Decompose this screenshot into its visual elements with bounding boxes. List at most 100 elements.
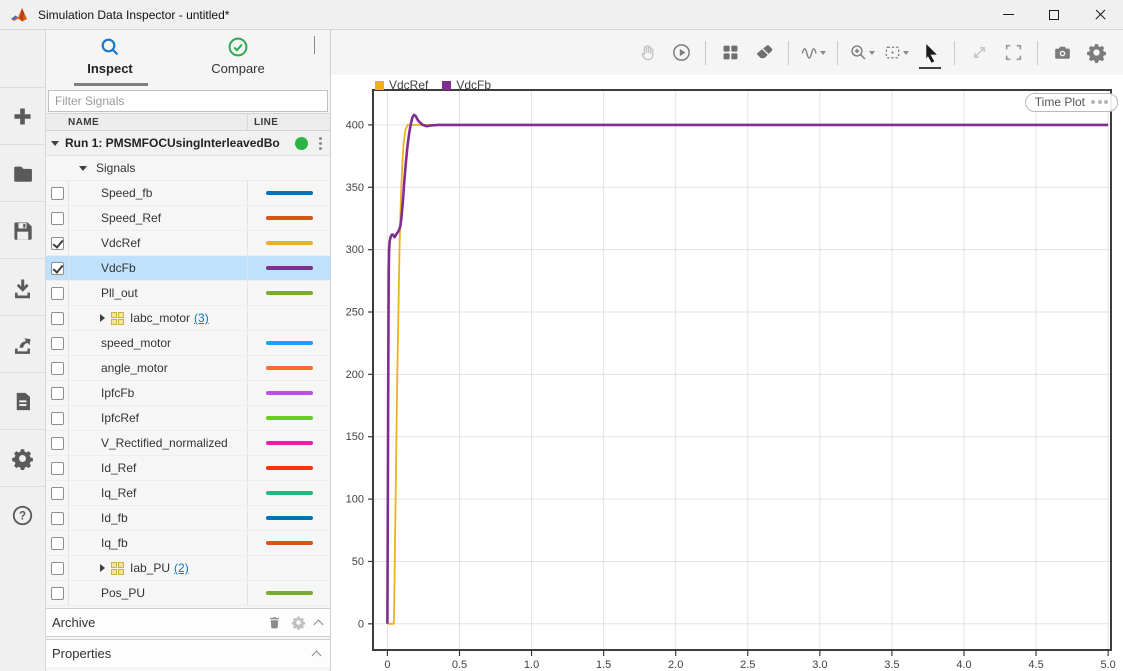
signal-checkbox[interactable] [51, 562, 64, 575]
signal-line-swatch[interactable] [266, 341, 313, 345]
signal-row[interactable]: VdcRef [46, 231, 330, 256]
signal-row[interactable]: Iq_fb [46, 531, 330, 556]
signal-line-swatch[interactable] [266, 391, 313, 395]
signal-checkbox[interactable] [51, 537, 64, 550]
signal-row[interactable]: Speed_Ref [46, 206, 330, 231]
signal-line-swatch[interactable] [266, 241, 313, 245]
signal-row[interactable]: angle_motor [46, 356, 330, 381]
signal-group-row[interactable]: Iabc_motor(3) [46, 306, 330, 331]
run-menu-button[interactable] [313, 137, 327, 150]
resize-axes-button[interactable] [966, 39, 992, 67]
signal-row[interactable]: Pll_out [46, 281, 330, 306]
clear-plots-button[interactable] [751, 39, 777, 67]
filter-signals-input[interactable] [48, 90, 328, 112]
signal-checkbox[interactable] [51, 362, 64, 375]
save-button[interactable] [0, 202, 45, 259]
preferences-button[interactable] [0, 430, 45, 487]
signal-line-swatch[interactable] [266, 191, 313, 195]
caret-right-icon[interactable] [100, 314, 105, 322]
pan-button[interactable] [634, 39, 660, 67]
signal-checkbox[interactable] [51, 287, 64, 300]
signal-group-count-link[interactable]: (2) [174, 561, 189, 575]
signal-group-count-link[interactable]: (3) [194, 311, 209, 325]
run-row[interactable]: Run 1: PMSMFOCUsingInterleavedBo [46, 131, 330, 156]
signal-line-swatch[interactable] [266, 366, 313, 370]
hand-icon [637, 42, 658, 63]
signal-checkbox[interactable] [51, 437, 64, 450]
fullscreen-button[interactable] [1000, 39, 1026, 67]
properties-bar[interactable]: Properties [46, 639, 330, 667]
zoom-in-button[interactable] [849, 39, 875, 67]
signal-name: speed_motor [101, 336, 171, 350]
signal-row[interactable]: IpfcRef [46, 406, 330, 431]
signal-row[interactable]: speed_motor [46, 331, 330, 356]
layout-button[interactable] [717, 39, 743, 67]
close-button[interactable] [1077, 0, 1123, 29]
signal-checkbox[interactable] [51, 337, 64, 350]
collapse-archive-icon[interactable] [314, 619, 324, 629]
signal-row[interactable]: IpfcFb [46, 381, 330, 406]
tab-inspect[interactable]: Inspect [46, 30, 174, 86]
signal-group-row[interactable]: Iab_PU(2) [46, 556, 330, 581]
signal-checkbox[interactable] [51, 237, 64, 250]
signal-line-swatch[interactable] [266, 216, 313, 220]
report-button[interactable] [0, 373, 45, 430]
signal-line-swatch[interactable] [266, 591, 313, 595]
new-button[interactable] [0, 88, 45, 145]
ellipsis-menu-icon[interactable] [1091, 100, 1108, 104]
minimize-button[interactable] [985, 0, 1031, 29]
signal-checkbox[interactable] [51, 387, 64, 400]
signal-row[interactable]: VdcFb [46, 256, 330, 281]
signal-row[interactable]: Pos_PU [46, 581, 330, 606]
signal-checkbox[interactable] [51, 512, 64, 525]
signal-checkbox[interactable] [51, 587, 64, 600]
signal-checkbox[interactable] [51, 187, 64, 200]
archive-bar[interactable]: Archive [46, 608, 330, 637]
open-button[interactable] [0, 145, 45, 202]
signal-line-swatch[interactable] [266, 491, 313, 495]
import-button[interactable] [0, 259, 45, 316]
caret-down-icon[interactable] [79, 166, 87, 171]
signal-line-swatch[interactable] [266, 466, 313, 470]
tab-compare[interactable]: Compare [174, 30, 302, 86]
time-plot-chart[interactable]: 00.51.01.52.02.53.03.54.04.55.0050100150… [331, 75, 1123, 671]
collapse-properties-icon[interactable] [312, 650, 322, 660]
signal-line-swatch[interactable] [266, 516, 313, 520]
signal-line-swatch[interactable] [266, 416, 313, 420]
snapshot-button[interactable] [1049, 39, 1075, 67]
signal-line-swatch[interactable] [266, 541, 313, 545]
signals-group-label: Signals [96, 161, 135, 175]
signal-row[interactable]: V_Rectified_normalized [46, 431, 330, 456]
signals-group-row[interactable]: Signals [46, 156, 330, 181]
trash-icon[interactable] [267, 615, 282, 630]
signal-row[interactable]: Id_fb [46, 506, 330, 531]
signal-checkbox[interactable] [51, 462, 64, 475]
signal-line-swatch[interactable] [266, 441, 313, 445]
visualization-settings-button[interactable] [1083, 39, 1109, 67]
signal-checkbox[interactable] [51, 487, 64, 500]
signal-row[interactable]: Id_Ref [46, 456, 330, 481]
export-button[interactable] [0, 316, 45, 373]
name-column-header: NAME [68, 117, 247, 128]
signal-line-swatch[interactable] [266, 291, 313, 295]
caret-down-icon[interactable] [51, 141, 59, 146]
signal-checkbox[interactable] [51, 412, 64, 425]
signal-row[interactable]: Speed_fb [46, 181, 330, 206]
maximize-button[interactable] [1031, 0, 1077, 29]
signal-checkbox[interactable] [51, 312, 64, 325]
collapse-panel-button[interactable] [314, 36, 324, 46]
caret-right-icon[interactable] [100, 564, 105, 572]
signal-display-button[interactable] [800, 39, 826, 67]
time-plot-badge[interactable]: Time Plot [1025, 93, 1118, 112]
help-button[interactable]: ? [0, 487, 45, 544]
signal-line-swatch[interactable] [266, 266, 313, 270]
archive-settings-gear-icon[interactable] [291, 615, 306, 630]
signal-row[interactable]: Iq_Ref [46, 481, 330, 506]
replay-button[interactable] [668, 39, 694, 67]
fit-to-view-icon [883, 42, 902, 63]
pointer-button[interactable] [917, 39, 943, 67]
signal-checkbox[interactable] [51, 212, 64, 225]
plot-area[interactable]: 00.51.01.52.02.53.03.54.04.55.0050100150… [331, 75, 1123, 671]
fit-to-view-button[interactable] [883, 39, 909, 67]
signal-checkbox[interactable] [51, 262, 64, 275]
